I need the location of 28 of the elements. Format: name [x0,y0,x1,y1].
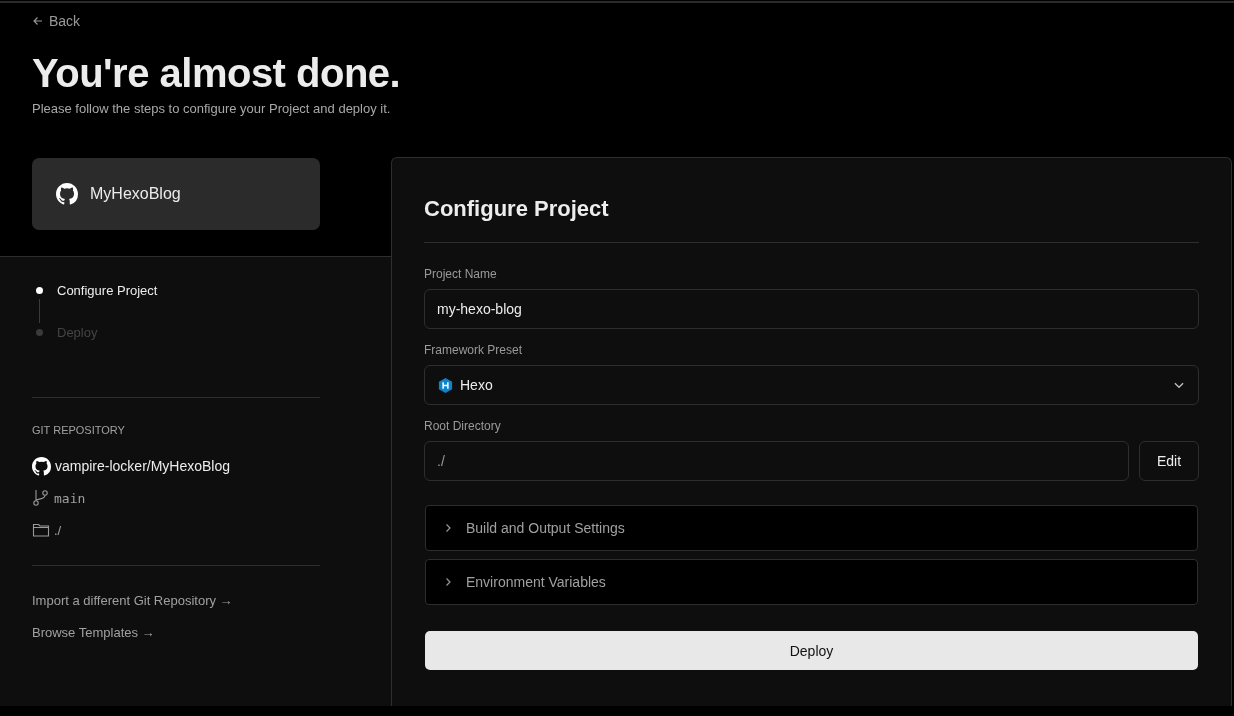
directory-path: ./ [54,522,62,538]
github-icon [32,456,51,476]
hexagon-logo-icon [437,376,454,394]
step-label[interactable]: Configure Project [57,282,158,298]
project-name-field[interactable]: my-hexo-blog [424,289,1199,329]
branch-name: main [54,490,86,506]
repository-link[interactable]: vampire-locker/MyHexoBlog [55,458,231,474]
folder-icon [32,521,50,539]
text-link[interactable]: Import a different Git Repository → [32,593,233,608]
deploy-button[interactable]: Deploy [425,631,1198,670]
page-subtitle: Please follow the steps to configure your Project and deploy it. [32,101,391,116]
collapsible-section[interactable]: Build and Output Settings [425,505,1198,551]
branch-icon [32,489,50,507]
collapsible-section[interactable]: Environment Variables [425,559,1198,605]
page-title: You're almost done. [32,51,402,95]
repository-name: MyHexoBlog [90,185,181,203]
edit-button[interactable]: Edit [1139,441,1199,481]
github-icon [56,183,78,205]
root-directory-field[interactable]: ./ [424,441,1129,481]
field-label: Framework Preset [424,343,524,357]
arrow-left-icon [32,15,44,27]
framework-select[interactable]: Hexo [424,365,1199,405]
back-link[interactable]: Back [32,13,81,29]
field-label: Root Directory [424,419,502,433]
panel-title: Configure Project [424,196,610,222]
text-link[interactable]: Browse Templates → [32,625,155,640]
section-heading: GIT REPOSITORY [32,424,126,436]
field-label: Project Name [424,267,498,281]
